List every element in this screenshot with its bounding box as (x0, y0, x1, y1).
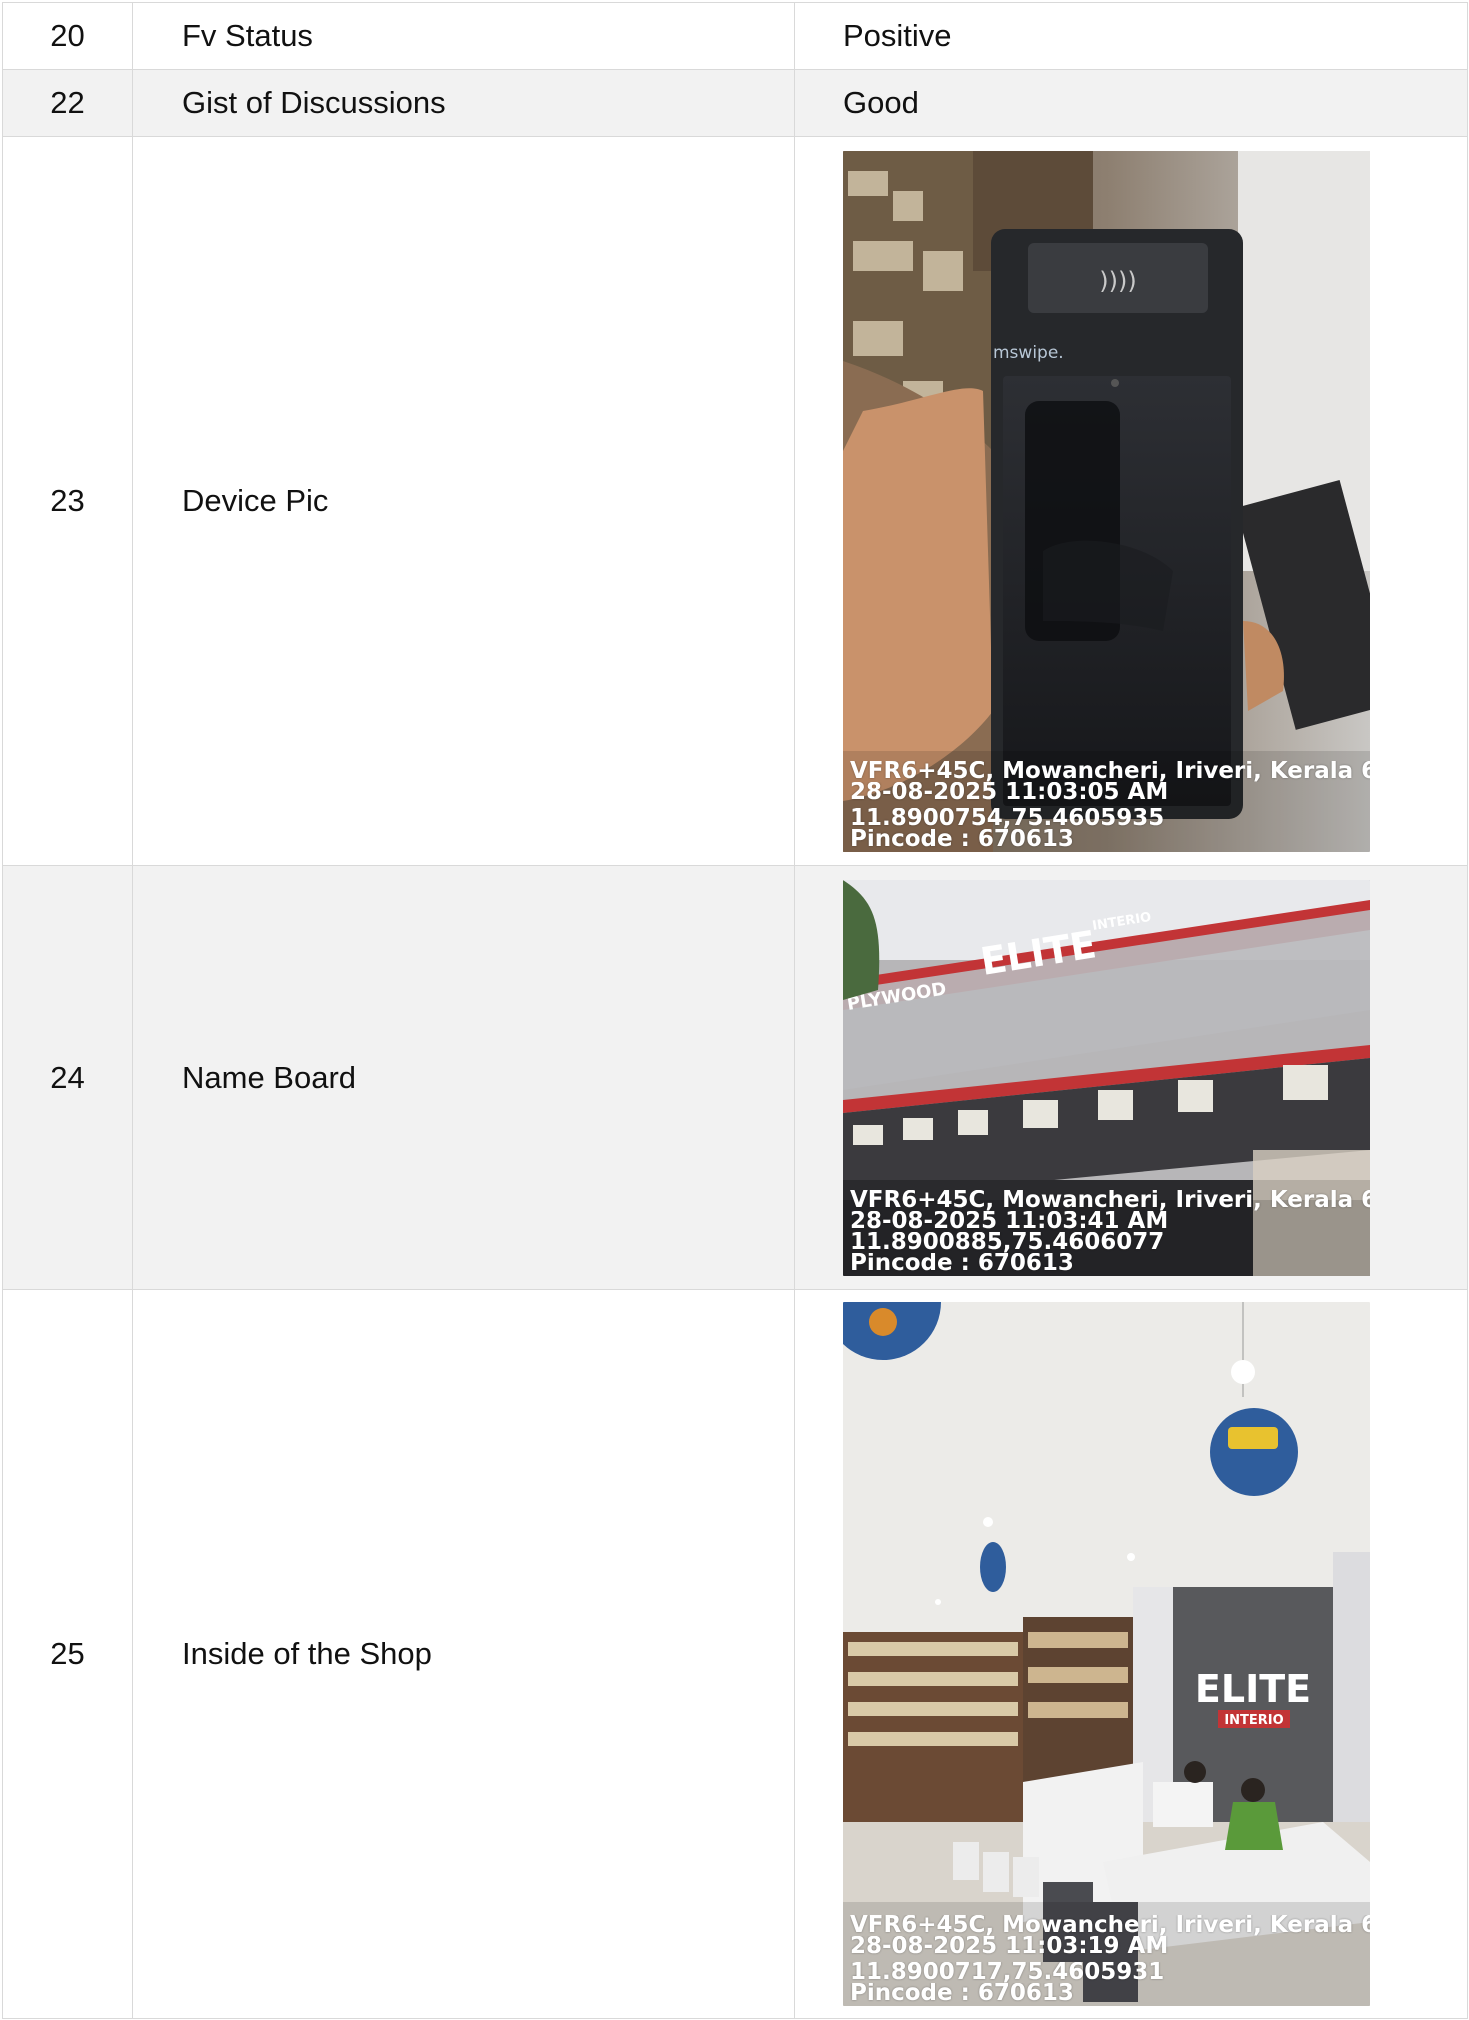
stamp-datetime: 28-08-2025 11:03:05 AM (850, 781, 1169, 803)
stamp-address: VFR6+45C, Mowancheri, Iriveri, Kerala 67… (850, 1189, 1370, 1211)
stamp-pincode: Pincode : 670613 (850, 1252, 1074, 1274)
row-number: 20 (2, 2, 133, 70)
device-photo: )))) mswipe. VFR6+45C, Mowancheri, Irive… (843, 150, 1370, 852)
name-board-photo: ELITE INTERIO PLYWOOD VFR6+45C, Mowanche… (843, 879, 1370, 1276)
table-row: 20 Fv Status Positive (2, 2, 1468, 70)
table-row: 23 Device Pic)))) mswipe. VFR6+45C, Mow… (2, 136, 1468, 866)
stamp-coords: 11.8900885,75.4606077 (850, 1231, 1165, 1253)
sign-sub: INTERIO (1224, 1713, 1283, 1728)
field-label: Name Board (132, 865, 795, 1290)
photo-cell: )))) mswipe. VFR6+45C, Mowancheri, Irive… (794, 136, 1468, 866)
geo-stamp: VFR6+45C, Mowancheri, Iriveri, Kerala 67… (850, 761, 1370, 850)
stamp-address: VFR6+45C, Mowancheri, Iriveri, Kerala 67… (850, 1915, 1370, 1936)
field-label: Gist of Discussions (132, 69, 795, 137)
field-label: Device Pic (132, 136, 795, 866)
stamp-coords: 11.8900754,75.4605935 (850, 807, 1165, 829)
geo-stamp: VFR6+45C, Mowancheri, Iriveri, Kerala 67… (850, 1915, 1370, 2004)
table-row: 24 Name Board ELITE INTERIO PLYWOOD VFR6… (2, 865, 1468, 1290)
device-photo-image: )))) mswipe. (843, 150, 1370, 852)
photo-cell: ELITE INTERIO VFR6+45C, Mowancheri, Iriv… (794, 1289, 1468, 2019)
stamp-pincode: Pincode : 670613 (850, 828, 1074, 850)
stamp-datetime: 28-08-2025 11:03:19 AM (850, 1936, 1169, 1957)
field-label: Inside of the Shop (132, 1289, 795, 2019)
stamp-address: VFR6+45C, Mowancheri, Iriveri, Kerala 67… (850, 760, 1370, 782)
row-number: 22 (2, 69, 133, 137)
geo-stamp: VFR6+45C, Mowancheri, Iriveri, Kerala 67… (850, 1190, 1370, 1274)
stamp-datetime: 28-08-2025 11:03:41 AM (850, 1210, 1169, 1232)
table-row: 25 Inside of the Shop ELITE INTERIO VFR6… (2, 1289, 1468, 2019)
stamp-coords: 11.8900717,75.4605931 (850, 1962, 1165, 1983)
field-value: Good (794, 69, 1468, 137)
brand-text: mswipe. (993, 343, 1064, 363)
row-number: 25 (2, 1289, 133, 2019)
svg-text:)))): )))) (1099, 267, 1136, 295)
shop-interior-photo-image: ELITE INTERIO (843, 1302, 1370, 2006)
table-row: 22 Gist of Discussions Good (2, 69, 1468, 137)
shop-interior-photo: ELITE INTERIO VFR6+45C, Mowancheri, Iriv… (843, 1302, 1370, 2006)
row-number: 23 (2, 136, 133, 866)
report-table: 20 Fv Status Positive 22 Gist of Discuss… (2, 2, 1468, 2019)
row-number: 24 (2, 865, 133, 1290)
photo-cell: ELITE INTERIO PLYWOOD VFR6+45C, Mowanche… (794, 865, 1468, 1290)
stamp-pincode: Pincode : 670613 (850, 1983, 1074, 2004)
sign-main: ELITE (1195, 1667, 1311, 1711)
field-value: Positive (794, 2, 1468, 70)
field-label: Fv Status (132, 2, 795, 70)
